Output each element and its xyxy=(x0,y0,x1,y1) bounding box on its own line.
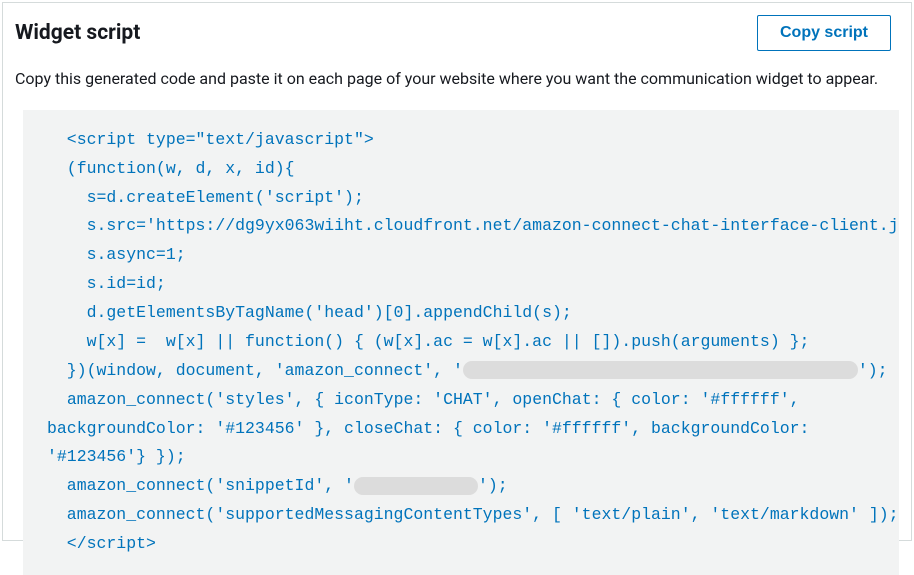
code-block[interactable]: <script type="text/javascript"> (functio… xyxy=(23,110,899,575)
code-line: <script type="text/javascript"> xyxy=(47,130,374,149)
code-line-styles: amazon_connect('styles', { iconType: 'CH… xyxy=(47,386,883,473)
panel-title: Widget script xyxy=(15,21,140,45)
code-line-content-types: amazon_connect('supportedMessagingConten… xyxy=(47,505,899,524)
redacted-snippet-id xyxy=(354,477,478,495)
panel-description: Copy this generated code and paste it on… xyxy=(3,59,911,110)
code-line-iife-close: })(window, document, 'amazon_connect', '… xyxy=(47,361,888,380)
redacted-id xyxy=(463,361,858,379)
code-line: d.getElementsByTagName('head')[0].append… xyxy=(47,303,572,322)
code-line-close: </script> xyxy=(47,534,156,553)
widget-script-panel: Widget script Copy script Copy this gene… xyxy=(2,2,912,541)
code-line: (function(w, d, x, id){ xyxy=(47,159,295,178)
code-line: s=d.createElement('script'); xyxy=(47,188,364,207)
code-line: s.async=1; xyxy=(47,245,186,264)
code-line-snippet: amazon_connect('snippetId', ''); xyxy=(47,476,508,495)
code-line: s.id=id; xyxy=(47,274,166,293)
code-line: w[x] = w[x] || function() { (w[x].ac = w… xyxy=(47,332,809,351)
copy-script-button[interactable]: Copy script xyxy=(757,15,891,51)
panel-header: Widget script Copy script xyxy=(3,3,911,59)
code-line: s.src='https://dg9yx063wiiht.cloudfront.… xyxy=(47,216,899,235)
